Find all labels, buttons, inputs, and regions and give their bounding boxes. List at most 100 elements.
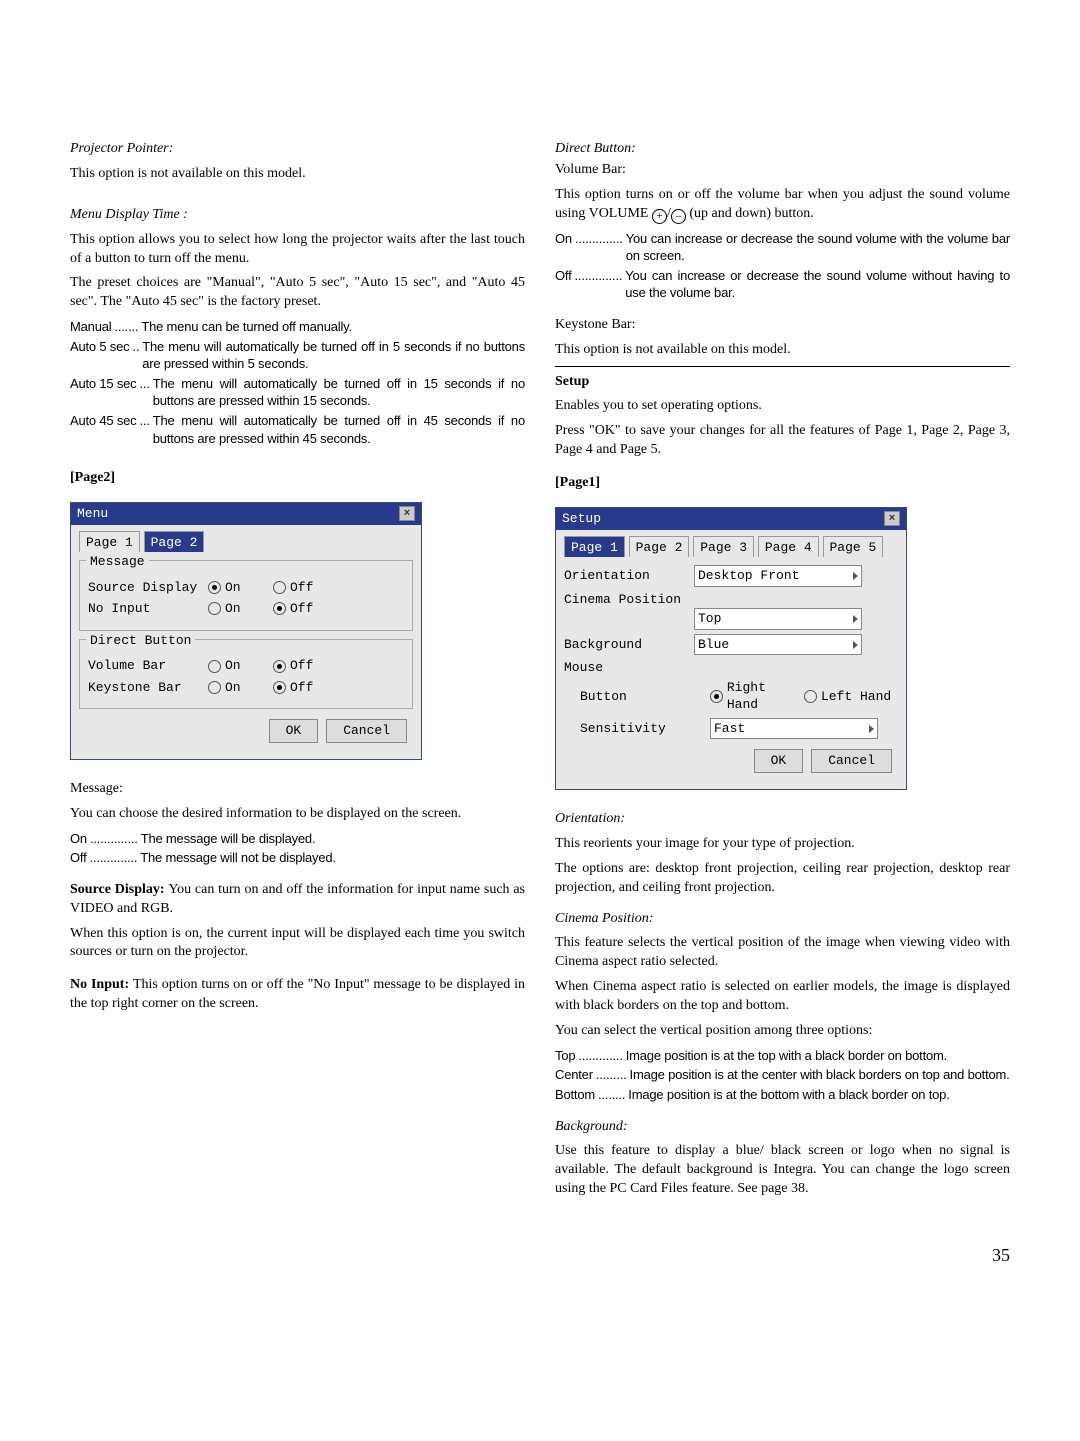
def-dots: ..............	[87, 849, 141, 867]
ok-button[interactable]: OK	[754, 749, 804, 773]
row-source-display: Source Display On Off	[88, 579, 404, 597]
cinema-body2: When Cinema aspect ratio is selected on …	[555, 978, 1010, 1016]
vb-row-on: On .............. You can increase or de…	[555, 230, 1010, 265]
tab-page5[interactable]: Page 5	[823, 536, 884, 558]
page-number: 35	[0, 1245, 1080, 1296]
left-column: Projector Pointer: This option is not av…	[70, 140, 525, 1205]
left-hand-radio[interactable]: Left Hand	[804, 688, 898, 706]
plus-icon: +	[652, 209, 667, 224]
row-keystone-bar: Keystone Bar On Off	[88, 679, 404, 697]
tab-page2[interactable]: Page 2	[629, 536, 690, 558]
cinema-body1: This feature selects the vertical positi…	[555, 934, 1010, 972]
tab-page1[interactable]: Page 1	[564, 536, 625, 558]
no-input-on-radio[interactable]: On	[208, 600, 273, 618]
def-val: Image position is at the center with bla…	[630, 1066, 1010, 1084]
def-dots: .......	[111, 318, 141, 336]
close-icon[interactable]: ×	[399, 506, 415, 521]
def-key: Top	[555, 1047, 575, 1065]
no-input-inline-heading: No Input:	[70, 977, 133, 992]
def-key: On	[70, 830, 87, 848]
def-key: Off	[70, 849, 87, 867]
sensitivity-value: Fast	[714, 720, 745, 738]
keystone-bar-on-radio[interactable]: On	[208, 679, 273, 697]
sensitivity-select[interactable]: Fast	[710, 718, 878, 740]
cinema-row-center: Center ......... Image position is at th…	[555, 1066, 1010, 1084]
volume-bar-off-radio[interactable]: Off	[273, 657, 338, 675]
def-val: The message will not be displayed.	[140, 849, 525, 867]
orientation-body1: This reorients your image for your type …	[555, 835, 1010, 854]
tab-row: Page 1 Page 2	[79, 531, 413, 553]
group-message: Message Source Display On Off No Input O…	[79, 560, 413, 631]
volume-bar-heading: Volume Bar:	[555, 161, 1010, 180]
no-input-off-radio[interactable]: Off	[273, 600, 338, 618]
def-key: Off	[555, 267, 572, 302]
mdt-row-auto15: Auto 15 sec ... The menu will automatica…	[70, 375, 525, 410]
cancel-button[interactable]: Cancel	[326, 719, 407, 743]
def-val: The menu will automatically be turned of…	[142, 338, 525, 373]
cinema-row-bottom: Bottom ........ Image position is at the…	[555, 1086, 1010, 1104]
sensitivity-label: Sensitivity	[564, 720, 710, 738]
row-cinema-position-select: Top	[564, 608, 898, 630]
def-key: Auto 15 sec	[70, 375, 136, 410]
setup-window: Setup × Page 1 Page 2 Page 3 Page 4 Page…	[555, 507, 907, 790]
divider	[555, 366, 1010, 367]
keystone-bar-off-radio[interactable]: Off	[273, 679, 338, 697]
message-row-off: Off .............. The message will not …	[70, 849, 525, 867]
orientation-value: Desktop Front	[698, 567, 799, 585]
source-display-inline-heading: Source Display:	[70, 882, 168, 897]
no-input-label: No Input	[88, 600, 208, 618]
background-heading: Background:	[555, 1118, 1010, 1137]
right-hand-radio[interactable]: Right Hand	[710, 679, 804, 714]
def-dots: ..............	[87, 830, 141, 848]
volume-bar-on-radio[interactable]: On	[208, 657, 273, 675]
background-select[interactable]: Blue	[694, 634, 862, 656]
source-display-on-radio[interactable]: On	[208, 579, 273, 597]
tab-page3[interactable]: Page 3	[693, 536, 754, 558]
def-val: Image position is at the top with a blac…	[626, 1047, 1010, 1065]
source-display-label: Source Display	[88, 579, 208, 597]
row-cinema-position: Cinema Position	[564, 591, 898, 609]
projector-pointer-heading: Projector Pointer:	[70, 140, 525, 159]
keystone-bar-label: Keystone Bar	[88, 679, 208, 697]
tab-row: Page 1 Page 2 Page 3 Page 4 Page 5	[564, 536, 898, 558]
menu-window-titlebar: Menu ×	[71, 503, 421, 525]
menu-display-time-heading: Menu Display Time :	[70, 206, 525, 225]
vb-row-off: Off .............. You can increase or d…	[555, 267, 1010, 302]
def-val: You can increase or decrease the sound v…	[625, 267, 1010, 302]
keystone-bar-heading: Keystone Bar:	[555, 316, 1010, 335]
orientation-select[interactable]: Desktop Front	[694, 565, 862, 587]
no-input-text: This option turns on or off the "No Inpu…	[70, 977, 525, 1011]
def-val: The menu will automatically be turned of…	[153, 412, 525, 447]
menu-window: Menu × Page 1 Page 2 Message Source Disp…	[70, 502, 422, 760]
row-sensitivity: Sensitivity Fast	[564, 718, 898, 740]
setup-body2: Press "OK" to save your changes for all …	[555, 422, 1010, 460]
mdt-row-manual: Manual ....... The menu can be turned of…	[70, 318, 525, 336]
group-direct-button-label: Direct Button	[86, 633, 195, 648]
cinema-position-value: Top	[698, 610, 721, 628]
orientation-heading: Orientation:	[555, 810, 1010, 829]
mouse-button-label: Button	[564, 688, 710, 706]
row-volume-bar: Volume Bar On Off	[88, 657, 404, 675]
def-val: You can increase or decrease the sound v…	[626, 230, 1010, 265]
source-display-paragraph: Source Display: You can turn on and off …	[70, 881, 525, 919]
volume-bar-post: (up and down) button.	[686, 206, 814, 221]
tab-page2[interactable]: Page 2	[144, 531, 205, 553]
ok-button[interactable]: OK	[269, 719, 319, 743]
projector-pointer-body: This option is not available on this mod…	[70, 165, 525, 184]
keystone-bar-body: This option is not available on this mod…	[555, 341, 1010, 360]
close-icon[interactable]: ×	[884, 511, 900, 526]
def-dots: .............	[575, 1047, 625, 1065]
mouse-label: Mouse	[564, 659, 694, 677]
row-no-input: No Input On Off	[88, 600, 404, 618]
def-key: Bottom	[555, 1086, 595, 1104]
message-row-on: On .............. The message will be di…	[70, 830, 525, 848]
source-display-off-radio[interactable]: Off	[273, 579, 338, 597]
def-val: The menu will automatically be turned of…	[153, 375, 525, 410]
def-dots: ...	[136, 412, 152, 447]
cinema-position-select[interactable]: Top	[694, 608, 862, 630]
tab-page4[interactable]: Page 4	[758, 536, 819, 558]
chevron-right-icon	[853, 641, 858, 649]
tab-page1[interactable]: Page 1	[79, 531, 140, 553]
cancel-button[interactable]: Cancel	[811, 749, 892, 773]
def-key: Center	[555, 1066, 593, 1084]
